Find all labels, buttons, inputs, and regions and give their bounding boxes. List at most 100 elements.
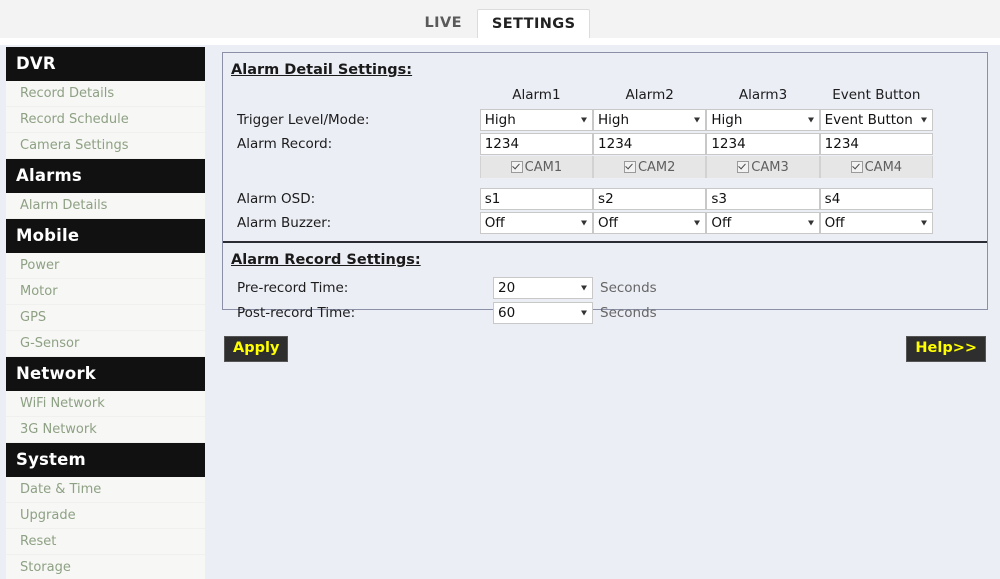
sidebar-group-system: System Date & Time Upgrade Reset Storage	[6, 443, 205, 579]
alarm-record-value-alarm1: 1234	[484, 136, 520, 152]
alarm-record-value-alarm3: 1234	[711, 136, 746, 152]
row-label-post-record: Post-record Time:	[237, 304, 356, 321]
sidebar-item-alarm-details[interactable]: Alarm Details	[6, 193, 205, 219]
row-label-trigger-level: Trigger Level/Mode:	[237, 112, 370, 128]
sidebar-header-dvr: DVR	[6, 47, 205, 81]
alarm-osd-value-alarm3: s3	[711, 191, 727, 207]
sidebar-item-power[interactable]: Power	[6, 253, 205, 279]
alarm-buzzer-select-event-button[interactable]: Off	[819, 212, 933, 234]
chevron-down-icon	[581, 220, 588, 226]
help-button[interactable]: Help>>	[906, 336, 986, 363]
sidebar-item-camera-settings[interactable]: Camera Settings	[6, 133, 205, 159]
trigger-level-value-alarm1: High	[484, 112, 516, 128]
alarm-osd-input-alarm2[interactable]: s2	[593, 188, 707, 210]
tab-settings[interactable]: SETTINGS	[476, 8, 591, 39]
camera-checkbox-cam2[interactable]: CAM2	[593, 156, 707, 178]
column-header-alarm2: Alarm2	[625, 87, 674, 103]
chevron-down-icon	[921, 117, 927, 123]
table-row-alarm-record: Alarm Record: 1234 1234 1234 1234	[223, 132, 933, 156]
pre-record-time-value: 20	[498, 279, 516, 296]
sidebar-item-g-sensor[interactable]: G-Sensor	[6, 331, 205, 357]
alarm-buzzer-value-event-button: Off	[824, 215, 845, 231]
sidebar-header-system: System	[6, 443, 205, 477]
chevron-down-icon	[581, 310, 587, 315]
alarm-buzzer-value-alarm1: Off	[484, 215, 505, 231]
alarm-buzzer-select-alarm3[interactable]: Off	[706, 212, 820, 234]
camera-label-cam3: CAM3	[751, 159, 789, 175]
chevron-down-icon	[921, 220, 927, 226]
chevron-down-icon	[807, 117, 814, 123]
action-button-row: Apply Help>>	[222, 336, 988, 364]
alarm-record-value-alarm2: 1234	[598, 136, 633, 152]
trigger-level-value-alarm3: High	[711, 112, 743, 128]
alarm-record-input-event-button[interactable]: 1234	[819, 133, 933, 155]
chevron-down-icon	[581, 117, 588, 123]
alarm-buzzer-select-alarm1[interactable]: Off	[479, 212, 594, 234]
post-record-time-select[interactable]: 60	[493, 301, 593, 324]
alarm-record-input-alarm1[interactable]: 1234	[479, 133, 594, 155]
dvr-settings-page: LIVE SETTINGS DVR Record Details Record …	[0, 0, 1000, 579]
camera-label-cam1: CAM1	[524, 159, 563, 175]
trigger-level-select-alarm3[interactable]: High	[706, 109, 820, 131]
alarm-detail-table: Alarm1 Alarm2 Alarm3 Event Button Trigge…	[223, 84, 933, 235]
alarm-osd-value-alarm2: s2	[598, 191, 614, 207]
trigger-level-select-alarm2[interactable]: High	[593, 109, 707, 131]
camera-checkbox-cam1[interactable]: CAM1	[479, 156, 594, 178]
camera-checkbox-cam4[interactable]: CAM4	[819, 156, 933, 178]
alarm-buzzer-value-alarm3: Off	[711, 215, 732, 231]
alarm-record-input-alarm3[interactable]: 1234	[706, 133, 820, 155]
table-row-alarm-osd: Alarm OSD: s1 s2 s3 s4	[223, 187, 933, 211]
sidebar-header-alarms: Alarms	[6, 159, 205, 193]
camera-checkbox-cam3[interactable]: CAM3	[706, 156, 820, 178]
alarm-buzzer-select-alarm2[interactable]: Off	[593, 212, 707, 234]
sidebar-item-record-details[interactable]: Record Details	[6, 81, 205, 107]
tab-underline-strip	[0, 38, 1000, 45]
checkbox-checked-icon	[623, 161, 636, 173]
trigger-level-select-event-button[interactable]: Event Button	[819, 109, 933, 131]
sidebar-item-3g-network[interactable]: 3G Network	[6, 417, 205, 443]
alarm-record-input-alarm2[interactable]: 1234	[593, 133, 707, 155]
sidebar-item-motor[interactable]: Motor	[6, 279, 205, 305]
apply-button[interactable]: Apply	[224, 336, 289, 363]
alarm-osd-input-alarm1[interactable]: s1	[479, 188, 594, 210]
chevron-down-icon	[581, 285, 587, 290]
checkbox-checked-icon	[737, 161, 750, 173]
sidebar-item-storage[interactable]: Storage	[6, 555, 205, 579]
table-row-post-record: Post-record Time: 60 Seconds	[223, 300, 657, 325]
trigger-level-value-event-button: Event Button	[824, 112, 913, 128]
sidebar-group-mobile: Mobile Power Motor GPS G-Sensor	[6, 219, 205, 357]
post-record-time-unit: Seconds	[600, 304, 657, 321]
trigger-level-value-alarm2: High	[598, 112, 630, 128]
top-tab-bar: LIVE SETTINGS	[0, 0, 1000, 39]
pre-record-time-unit: Seconds	[600, 279, 657, 296]
column-header-alarm3: Alarm3	[738, 87, 788, 103]
sidebar-item-record-schedule[interactable]: Record Schedule	[6, 107, 205, 133]
table-row-alarm-buzzer: Alarm Buzzer: Off Off Off Off	[223, 211, 933, 235]
table-row-trigger-level: Trigger Level/Mode: High High High Event…	[223, 108, 933, 132]
row-label-pre-record: Pre-record Time:	[237, 279, 349, 296]
alarm-osd-input-alarm3[interactable]: s3	[706, 188, 820, 210]
sidebar-header-mobile: Mobile	[6, 219, 205, 253]
alarm-record-settings-table: Pre-record Time: 20 Seconds Post-record …	[223, 275, 657, 325]
sidebar-item-gps[interactable]: GPS	[6, 305, 205, 331]
column-header-event-button: Event Button	[832, 87, 921, 103]
alarm-osd-input-event-button[interactable]: s4	[819, 188, 933, 210]
tab-live[interactable]: LIVE	[410, 8, 477, 39]
camera-label-cam2: CAM2	[637, 159, 676, 175]
trigger-level-select-alarm1[interactable]: High	[479, 109, 594, 131]
alarm-detail-settings-title: Alarm Detail Settings:	[231, 62, 413, 78]
sidebar-item-wifi-network[interactable]: WiFi Network	[6, 391, 205, 417]
table-row-cameras: CAM1 CAM2 CAM3 CAM4	[223, 156, 933, 178]
sidebar-item-date-time[interactable]: Date & Time	[6, 477, 205, 503]
sidebar-item-upgrade[interactable]: Upgrade	[6, 503, 205, 529]
sidebar-navigation: DVR Record Details Record Schedule Camer…	[6, 47, 205, 579]
alarm-osd-value-event-button: s4	[824, 191, 841, 207]
camera-label-cam4: CAM4	[864, 159, 903, 175]
sidebar-group-network: Network WiFi Network 3G Network	[6, 357, 205, 443]
checkbox-checked-icon	[850, 161, 863, 173]
sidebar-item-reset[interactable]: Reset	[6, 529, 205, 555]
pre-record-time-select[interactable]: 20	[493, 276, 593, 299]
sidebar-header-network: Network	[6, 357, 205, 391]
sidebar-group-alarms: Alarms Alarm Details	[6, 159, 205, 219]
table-spacer-row	[223, 178, 933, 187]
